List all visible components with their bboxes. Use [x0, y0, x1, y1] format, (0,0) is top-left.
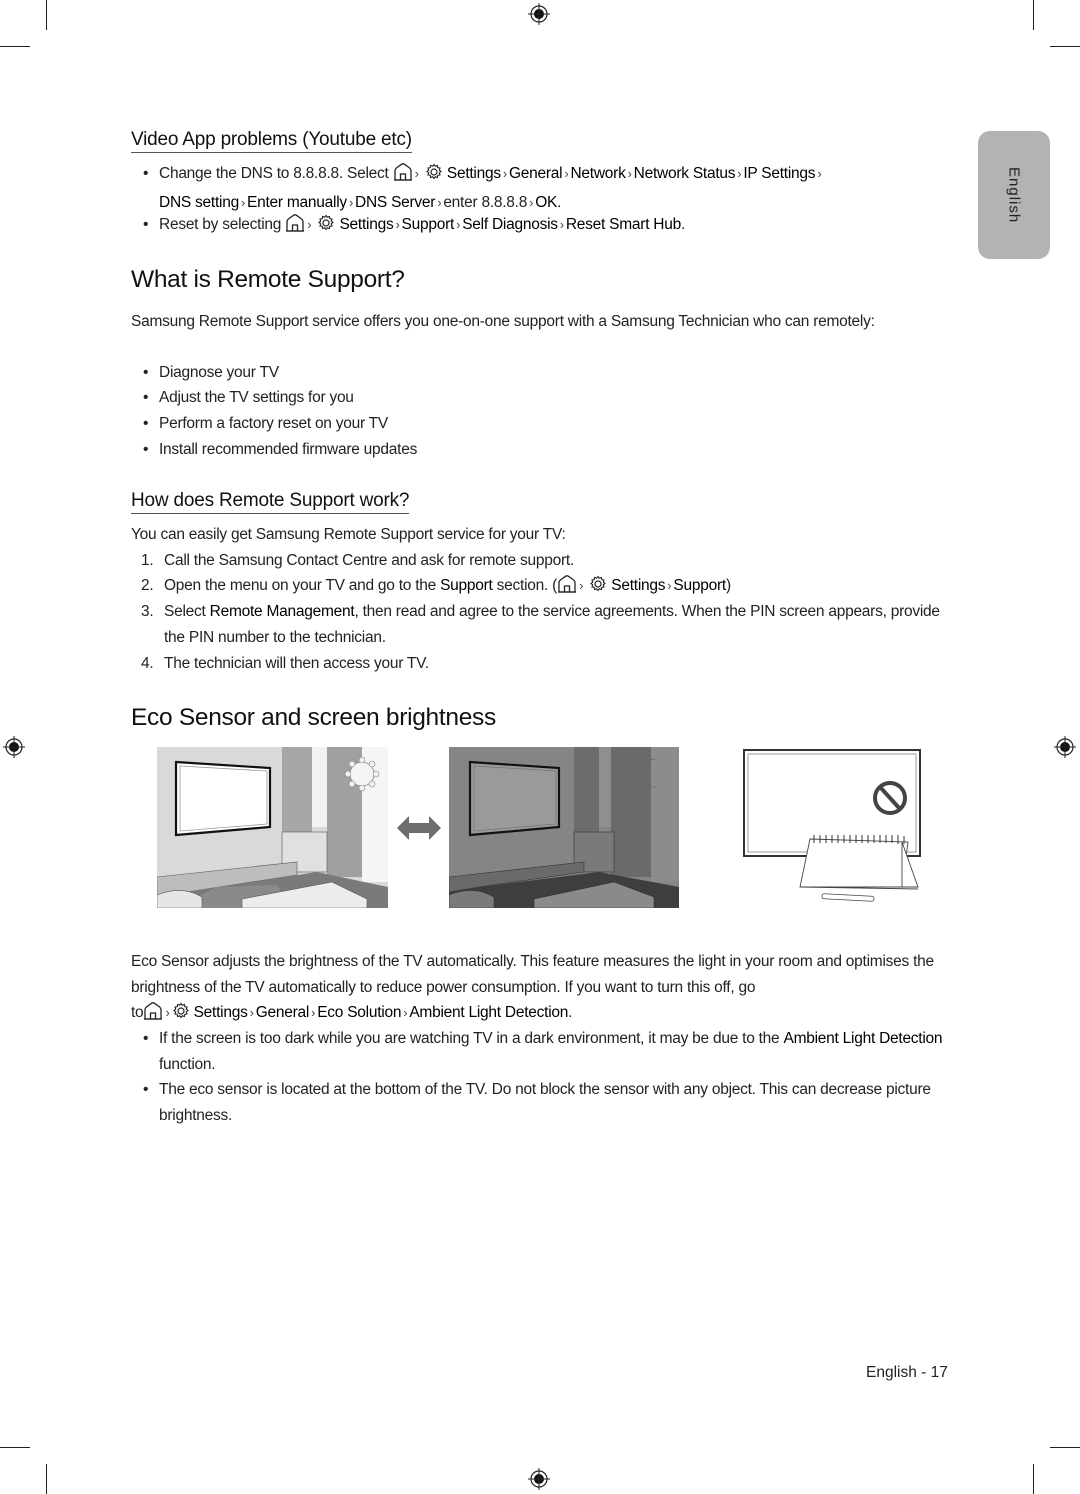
step-item: 4. The technician will then access your T…: [141, 655, 429, 672]
step-item: 2. Open the menu on your TV and go to the…: [141, 573, 951, 602]
how-remote-support-heading: How does Remote Support work?: [131, 490, 409, 514]
crop-mark: [1050, 46, 1080, 47]
registration-mark-icon: [3, 736, 25, 758]
registration-mark-icon: [1054, 736, 1076, 758]
crop-mark: [0, 46, 30, 47]
registration-mark-icon: [528, 1468, 550, 1490]
crop-mark: [46, 0, 47, 30]
crop-mark: [1033, 1464, 1034, 1494]
eco-bullet: The eco sensor is located at the bottom …: [143, 1077, 951, 1128]
crop-mark: [0, 1447, 30, 1448]
remote-support-intro: Samsung Remote Support service offers yo…: [131, 313, 875, 330]
remote-support-heading: What is Remote Support?: [131, 266, 405, 293]
blocked-sensor-illustration: [743, 749, 921, 902]
step-item: 1. Call the Samsung Contact Centre and as…: [141, 552, 574, 569]
dark-room-illustration: [449, 747, 679, 908]
dns-bullet: Change the DNS to 8.8.8.8. Select › Sett…: [143, 161, 951, 215]
eco-bullet: If the screen is too dark while you are …: [143, 1026, 951, 1077]
breadcrumb-separator: ›: [414, 166, 419, 181]
home-icon: [285, 214, 305, 241]
home-icon: [393, 163, 413, 190]
gear-icon: [589, 575, 607, 602]
list-item: Install recommended firmware updates: [143, 437, 951, 463]
reset-bullet: Reset by selecting › Settings›Support›Se…: [143, 212, 951, 241]
double-arrow-icon: [397, 816, 441, 840]
how-intro: You can easily get Samsung Remote Suppor…: [131, 526, 566, 543]
eco-sensor-heading: Eco Sensor and screen brightness: [131, 704, 496, 731]
page-number: English - 17: [866, 1364, 948, 1381]
home-icon: [557, 575, 577, 602]
gear-icon: [317, 214, 335, 241]
video-app-heading: Video App problems (Youtube etc): [131, 129, 412, 153]
bright-room-illustration: [157, 747, 388, 908]
crop-mark: [1033, 0, 1034, 30]
registration-mark-icon: [528, 3, 550, 25]
list-item: Adjust the TV settings for you: [143, 385, 951, 411]
list-item: Perform a factory reset on your TV: [143, 411, 951, 437]
list-item: Diagnose your TV: [143, 360, 951, 386]
step-item: 3. Select Remote Management, then read an…: [141, 603, 940, 646]
pencil-icon: [821, 893, 875, 902]
eco-sensor-body: Eco Sensor adjusts the brightness of the…: [131, 949, 951, 1029]
crop-mark: [46, 1464, 47, 1494]
gear-icon: [425, 163, 443, 190]
language-side-tab-label: English: [1005, 166, 1023, 224]
crop-mark: [1050, 1447, 1080, 1448]
language-side-tab: English: [978, 131, 1050, 259]
